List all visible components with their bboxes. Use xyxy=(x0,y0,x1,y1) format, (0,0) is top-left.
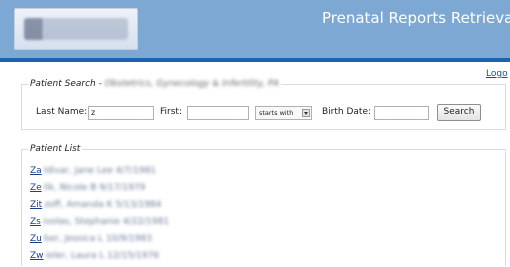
patient-link[interactable]: Zu xyxy=(30,234,42,244)
patient-details: ieler, Laura L 12/15/1976 xyxy=(45,251,160,261)
search-legend: Patient Search - Obstetrics, Gynecology … xyxy=(28,79,281,89)
last-name-input[interactable]: z xyxy=(88,106,154,120)
list-item[interactable]: Zu ber, Jessica L 10/9/1983 xyxy=(30,234,152,244)
match-mode-value: starts with xyxy=(259,109,294,117)
first-name-input[interactable] xyxy=(187,106,249,120)
patient-details: ber, Jessica L 10/9/1983 xyxy=(43,234,152,244)
search-legend-text: Patient Search - xyxy=(30,79,105,89)
list-item[interactable]: Ze lik, Nicole B 9/17/1979 xyxy=(30,183,145,193)
match-mode-select[interactable]: starts with xyxy=(255,106,312,120)
patient-link[interactable]: Zit xyxy=(30,200,42,210)
first-name-label: First: xyxy=(160,107,182,117)
birth-date-input[interactable] xyxy=(374,106,429,120)
patient-list-legend: Patient List xyxy=(28,144,83,154)
patient-link[interactable]: Zw xyxy=(30,251,44,261)
practice-name: Obstetrics, Gynecology & Infertility, PA xyxy=(104,79,279,89)
last-name-label: Last Name: xyxy=(36,107,88,117)
patient-details: ivolas, Stephanie 4/22/1981 xyxy=(42,217,170,227)
app-title: Prenatal Reports Retrieva xyxy=(322,9,510,27)
patient-list-panel: Patient List Za ldivar, Jane Lee 4/7/1981… xyxy=(21,144,506,266)
search-button[interactable]: Search xyxy=(437,104,481,121)
app-header: Prenatal Reports Retrieva xyxy=(0,0,510,58)
logo-mark xyxy=(24,18,128,40)
patient-details: zoff, Amanda K 5/13/1984 xyxy=(44,200,162,210)
logout-link[interactable]: Logo xyxy=(486,69,508,79)
patient-link[interactable]: Ze xyxy=(30,183,42,193)
patient-details: lik, Nicole B 9/17/1979 xyxy=(43,183,146,193)
list-item[interactable]: Zs ivolas, Stephanie 4/22/1981 xyxy=(30,217,169,227)
patient-link[interactable]: Zs xyxy=(30,217,41,227)
patient-link[interactable]: Za xyxy=(30,166,42,176)
practice-logo xyxy=(14,8,138,50)
list-item[interactable]: Zit zoff, Amanda K 5/13/1984 xyxy=(30,200,162,210)
header-divider xyxy=(0,58,510,62)
list-item[interactable]: Za ldivar, Jane Lee 4/7/1981 xyxy=(30,166,156,176)
chevron-down-icon[interactable] xyxy=(302,109,310,117)
patient-details: ldivar, Jane Lee 4/7/1981 xyxy=(43,166,157,176)
list-item[interactable]: Zw ieler, Laura L 12/15/1976 xyxy=(30,251,159,261)
birth-date-label: Birth Date: xyxy=(322,107,372,117)
